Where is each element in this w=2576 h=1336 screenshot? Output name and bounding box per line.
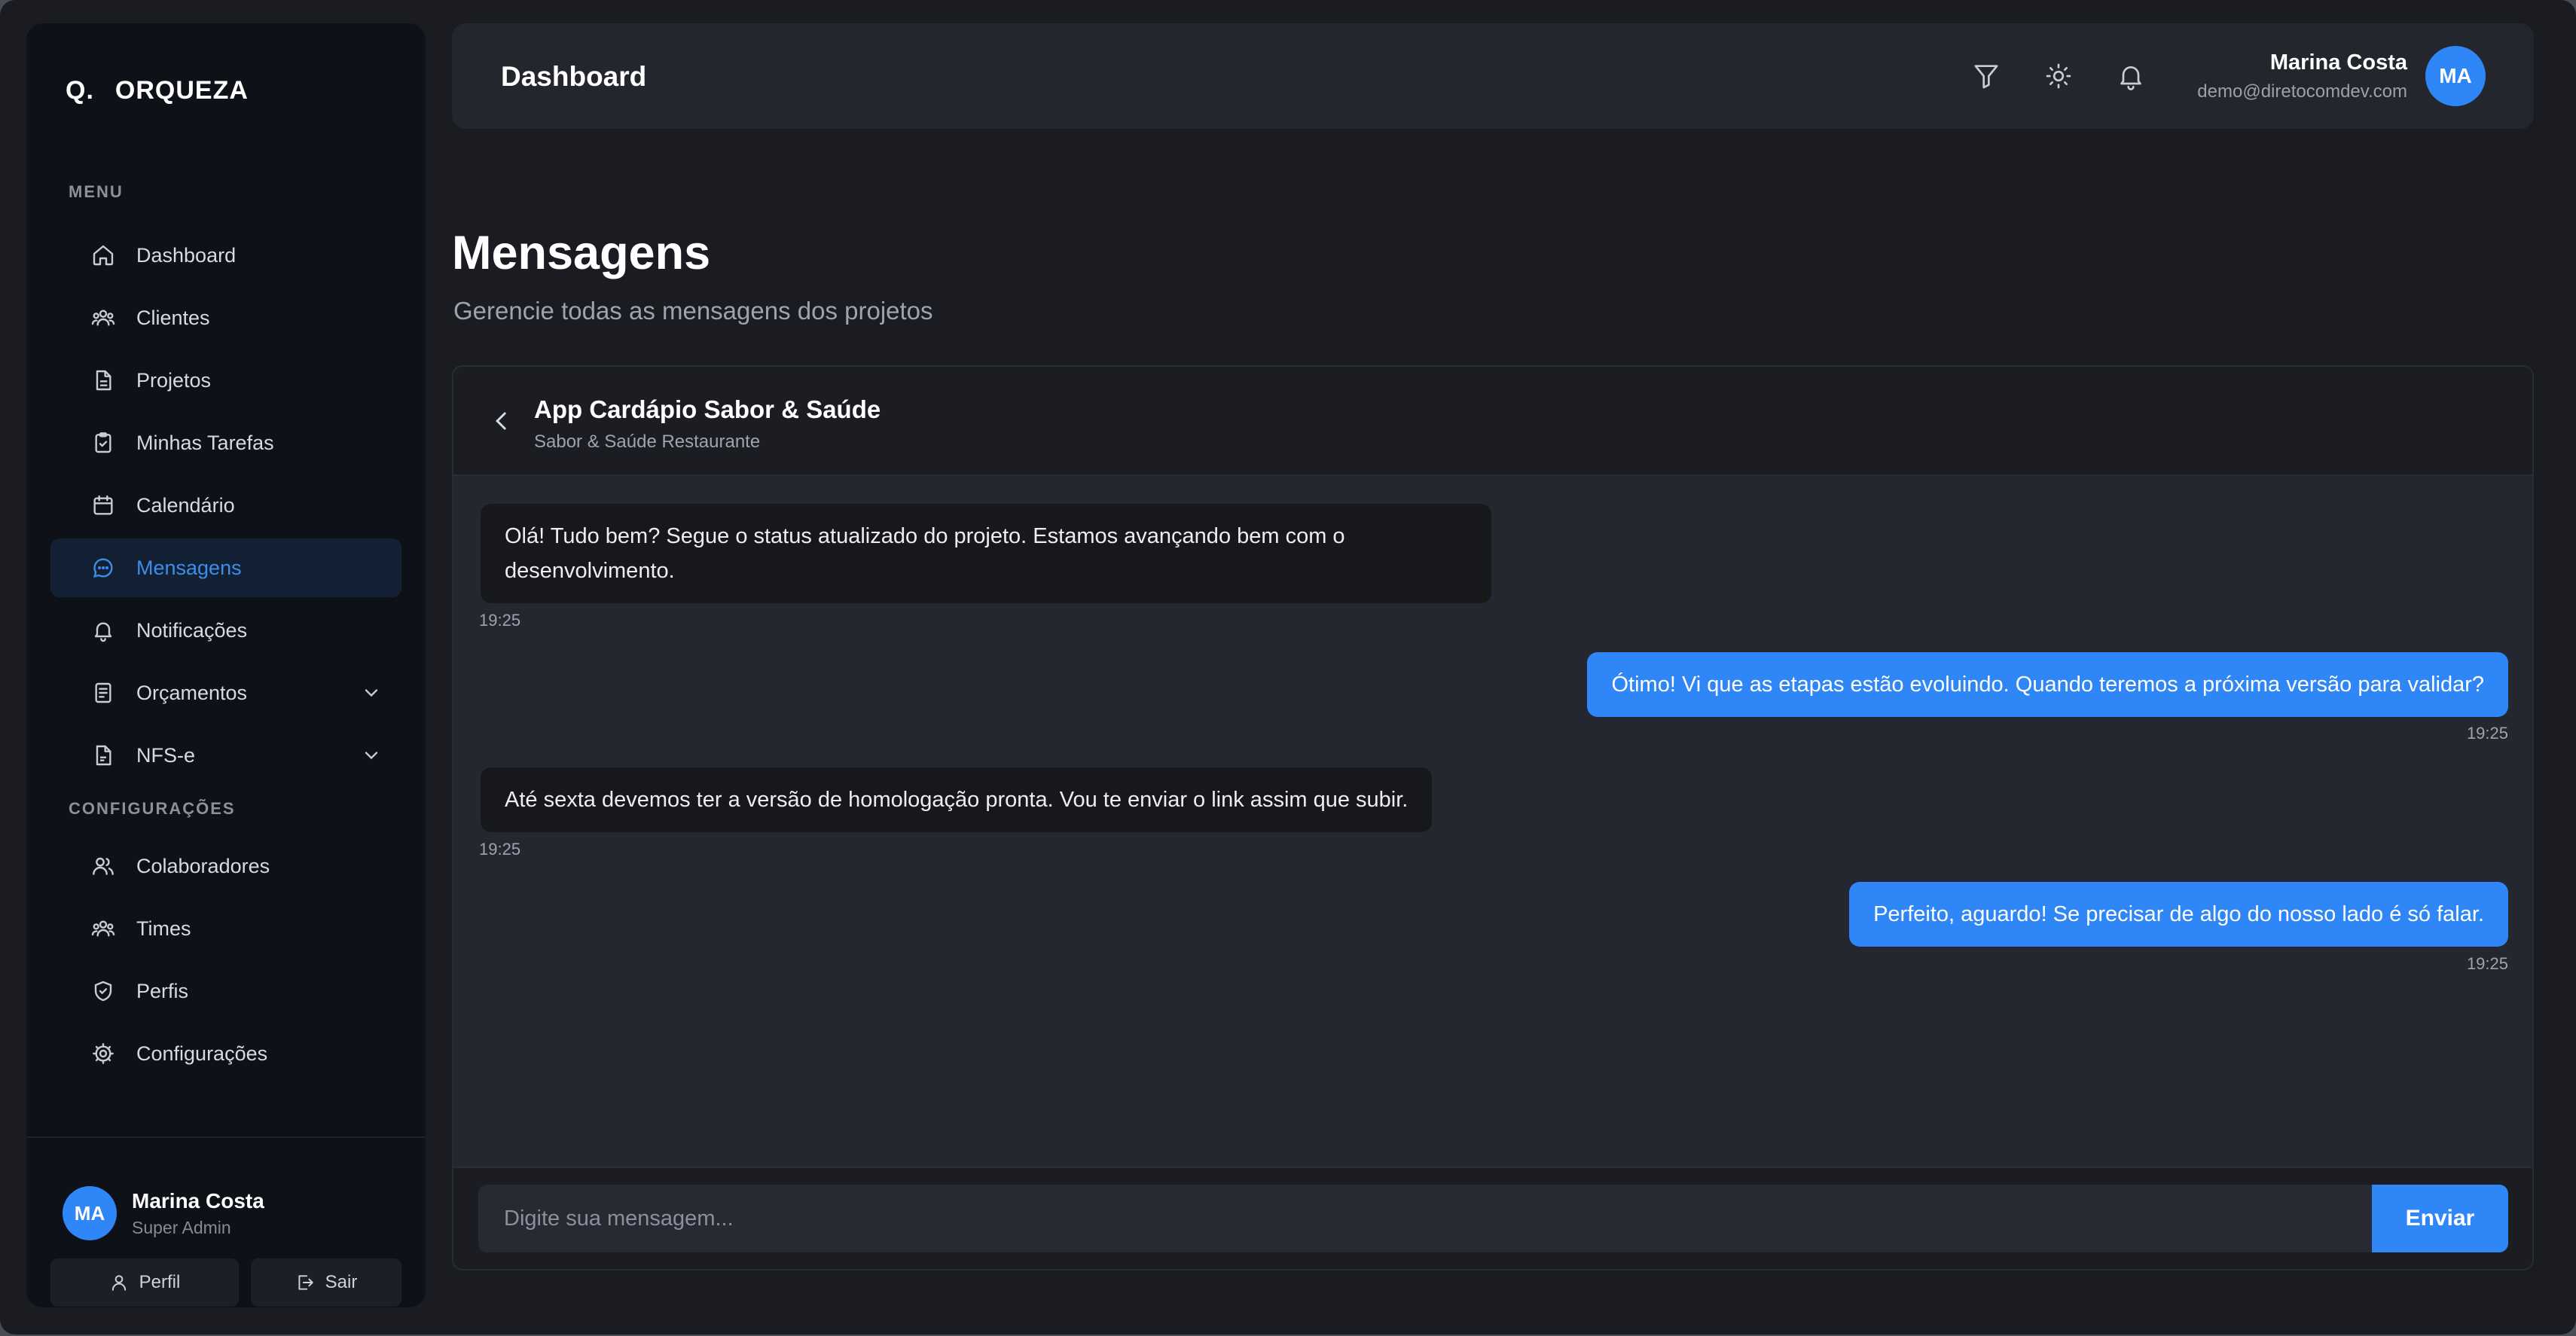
sidebar-item-nfse[interactable]: NFS-e [50, 726, 401, 785]
chat-panel: App Cardápio Sabor & Saúde Sabor & Saúde… [452, 365, 2534, 1270]
message-time: 19:25 [479, 611, 521, 630]
receipt-icon [91, 681, 115, 705]
header-user-email: demo@diretocomdev.com [2197, 81, 2407, 102]
back-icon[interactable] [487, 406, 517, 436]
clipboard-check-icon [91, 431, 115, 455]
user-icon [111, 1275, 126, 1291]
sidebar-item-label: Configurações [136, 1042, 268, 1065]
sidebar-item-label: Times [136, 917, 191, 940]
sidebar-item-label: Colaboradores [136, 854, 270, 877]
sidebar: Q. ORQUEZA MENU Dashboard Clientes Proje… [26, 23, 426, 1307]
bell-icon[interactable] [2116, 61, 2146, 91]
sidebar-item-times[interactable]: Times [50, 899, 401, 958]
avatar: MA [63, 1186, 117, 1240]
message-bubble-incoming: Olá! Tudo bem? Segue o status atualizado… [481, 504, 1491, 603]
message-time: 19:25 [479, 840, 521, 859]
profile-button-label: Perfil [139, 1272, 181, 1292]
profile-button[interactable]: Perfil [50, 1258, 239, 1307]
sidebar-item-label: Mensagens [136, 556, 242, 579]
avatar[interactable]: MA [2425, 46, 2486, 106]
header-user-name: Marina Costa [2269, 50, 2407, 75]
bell-icon [91, 618, 115, 642]
sidebar-item-colaboradores[interactable]: Colaboradores [50, 837, 401, 895]
sidebar-item-minhas-tarefas[interactable]: Minhas Tarefas [50, 413, 401, 472]
sun-icon[interactable] [2043, 61, 2074, 91]
home-icon [91, 243, 115, 267]
message-composer: Enviar [453, 1167, 2532, 1269]
sidebar-item-label: Orçamentos [136, 681, 248, 704]
sidebar-item-dashboard[interactable]: Dashboard [50, 226, 401, 285]
chat-title: App Cardápio Sabor & Saúde [534, 395, 881, 423]
user-group-icon [91, 854, 115, 878]
page-title: Mensagens [452, 227, 711, 279]
shield-icon [91, 979, 115, 1003]
sidebar-item-notificacoes[interactable]: Notificações [50, 601, 401, 660]
logout-button-label: Sair [325, 1272, 358, 1292]
sidebar-item-label: Clientes [136, 306, 210, 329]
sidebar-item-label: Perfis [136, 979, 189, 1002]
logout-icon [298, 1275, 313, 1290]
menu-section-label: MENU [69, 182, 124, 201]
sidebar-item-label: Notificações [136, 618, 248, 642]
sidebar-item-label: NFS-e [136, 743, 196, 767]
sidebar-item-perfis[interactable]: Perfis [50, 962, 401, 1020]
logout-button[interactable]: Sair [251, 1258, 401, 1307]
message-input[interactable] [478, 1185, 2373, 1252]
chat-subtitle: Sabor & Saúde Restaurante [534, 432, 761, 452]
header-title: Dashboard [501, 61, 647, 92]
header-user[interactable]: Marina Costa demo@diretocomdev.com [2197, 50, 2407, 102]
filter-icon[interactable] [1971, 61, 2001, 91]
sidebar-item-label: Projetos [136, 368, 212, 392]
logo-mark: Q. [66, 76, 94, 105]
sidebar-item-projetos[interactable]: Projetos [50, 351, 401, 410]
sidebar-item-label: Calendário [136, 493, 235, 517]
sidebar-divider [26, 1136, 426, 1138]
message-bubble-outgoing: Perfeito, aguardo! Se precisar de algo d… [1849, 882, 2508, 947]
gear-icon [91, 1042, 115, 1066]
sidebar-user: MA Marina Costa Super Admin [63, 1186, 264, 1240]
config-section-label: CONFIGURAÇÕES [69, 799, 236, 818]
sidebar-item-orcamentos[interactable]: Orçamentos [50, 663, 401, 722]
chevron-down-icon[interactable] [361, 745, 382, 766]
sidebar-item-mensagens[interactable]: Mensagens [50, 538, 401, 597]
message-icon [91, 556, 115, 580]
users-icon [91, 306, 115, 330]
sidebar-item-label: Minhas Tarefas [136, 431, 274, 454]
chat-header: App Cardápio Sabor & Saúde Sabor & Saúde… [453, 367, 2532, 476]
sidebar-user-role: Super Admin [132, 1217, 231, 1237]
message-bubble-outgoing: Ótimo! Vi que as etapas estão evoluindo.… [1587, 652, 2508, 717]
calendar-icon [91, 493, 115, 517]
send-button[interactable]: Enviar [2372, 1185, 2508, 1252]
chevron-down-icon[interactable] [361, 682, 382, 703]
sidebar-item-label: Dashboard [136, 243, 237, 267]
file-icon [91, 368, 115, 392]
team-icon [91, 917, 115, 941]
sidebar-user-name: Marina Costa [132, 1188, 264, 1212]
sidebar-item-calendario[interactable]: Calendário [50, 476, 401, 535]
message-time: 19:25 [2466, 954, 2508, 973]
message-bubble-incoming: Até sexta devemos ter a versão de homolo… [481, 767, 1433, 832]
top-header: Dashboard Marina Costa demo@diretocomdev… [452, 23, 2534, 129]
message-time: 19:25 [2466, 724, 2508, 743]
app-window: Q. ORQUEZA MENU Dashboard Clientes Proje… [0, 0, 2576, 1334]
document-icon [91, 743, 115, 767]
sidebar-item-configuracoes[interactable]: Configurações [50, 1024, 401, 1083]
logo[interactable]: Q. ORQUEZA [66, 76, 249, 105]
sidebar-item-clientes[interactable]: Clientes [50, 288, 401, 347]
page-subtitle: Gerencie todas as mensagens dos projetos [453, 297, 933, 325]
logo-text: ORQUEZA [114, 76, 249, 105]
